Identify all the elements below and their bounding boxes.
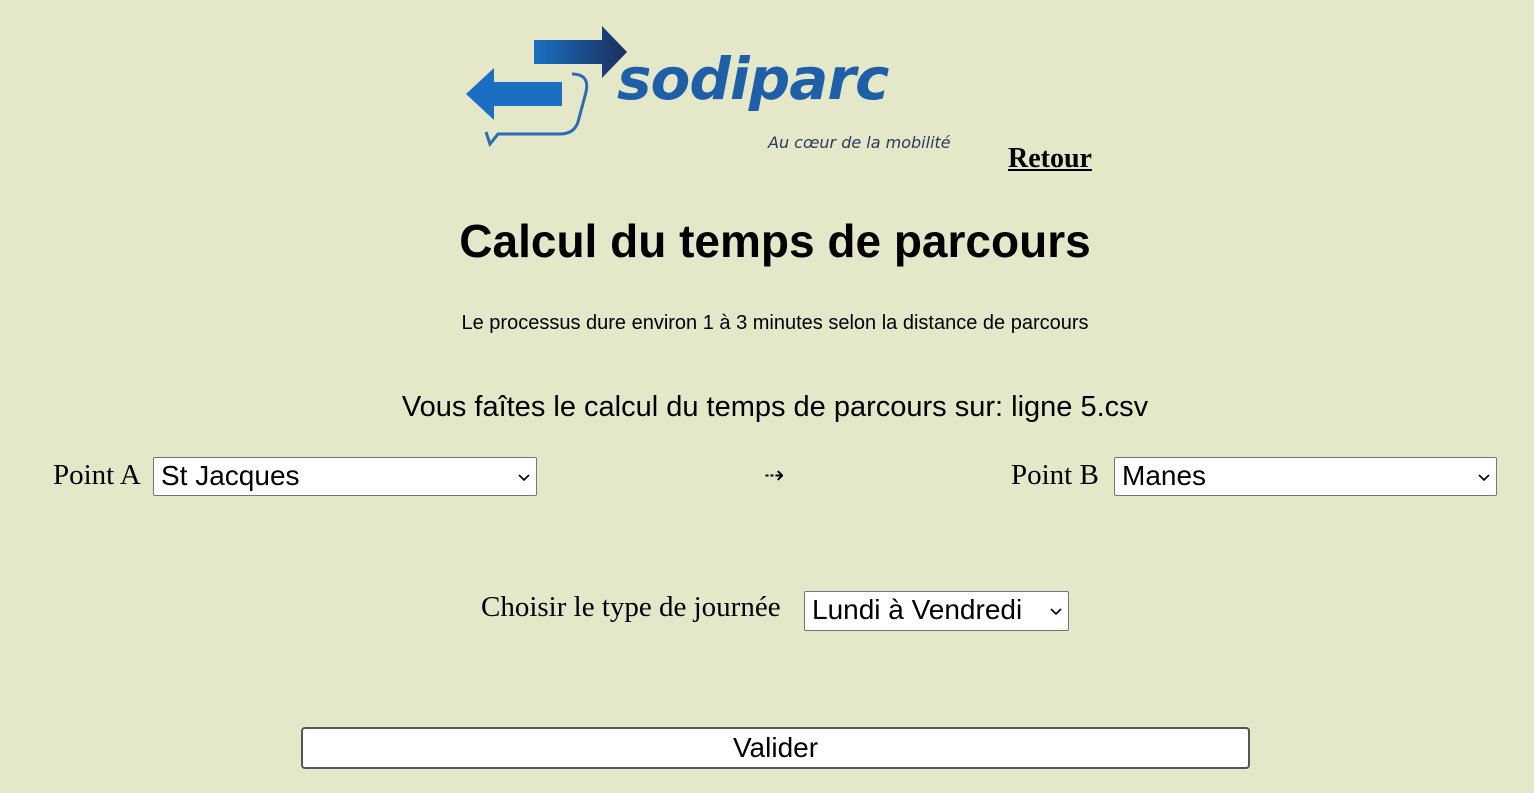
point-a-label: Point A [53,459,141,491]
point-b-selected-value: Manes [1122,460,1207,491]
point-b-label: Point B [1011,459,1099,491]
process-duration-note: Le processus dure environ 1 à 3 minutes … [461,312,1089,334]
point-a-selected-value: St Jacques [161,460,300,491]
page-title: Calcul du temps de parcours [459,215,1091,267]
back-link[interactable]: Retour [1008,143,1092,175]
day-type-select[interactable]: Lundi à Vendredi [804,591,1069,631]
validate-button[interactable]: Valider [301,727,1250,769]
chevron-down-icon [518,473,530,481]
page: sodiparc Au cœur de la mobilité Retour C… [0,0,1534,793]
logo-brand-name: sodiparc [617,45,889,113]
day-type-selected-value: Lundi à Vendredi [812,594,1023,625]
day-type-label: Choisir le type de journée [481,591,781,623]
chevron-down-icon [1478,473,1490,481]
sodiparc-logo: sodiparc Au cœur de la mobilité [462,22,982,157]
direction-arrow: ⇢ [764,461,785,489]
logo-arrows-icon [466,26,627,148]
file-info: Vous faîtes le calcul du temps de parcou… [401,391,1149,423]
logo-tagline: Au cœur de la mobilité [768,133,951,152]
chevron-down-icon [1050,608,1062,616]
point-b-select[interactable]: Manes [1114,457,1497,496]
point-a-select[interactable]: St Jacques [153,457,537,496]
